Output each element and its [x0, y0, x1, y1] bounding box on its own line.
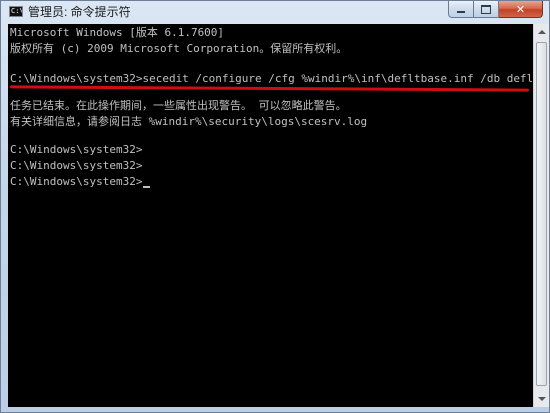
console-line-prompt: C:\Windows\system32>: [10, 159, 143, 172]
minimize-button[interactable]: [448, 1, 474, 18]
console-line-version: Microsoft Windows [版本 6.1.7600]: [10, 26, 225, 39]
maximize-icon: [481, 4, 491, 14]
prompt-text: C:\Windows\system32>: [10, 175, 143, 188]
console-line-prompt: C:\Windows\system32>: [10, 143, 143, 156]
scrollbar-thumb[interactable]: [536, 42, 547, 386]
command-prompt-window: C:\ 管理员: 命令提示符 ✕ Microsoft Windows [版本 6…: [0, 0, 550, 413]
minimize-icon: [457, 10, 465, 13]
window-bottom-frame: [1, 407, 549, 412]
window-title: 管理员: 命令提示符: [28, 5, 131, 19]
scroll-down-button[interactable]: [534, 391, 549, 407]
cmd-icon[interactable]: C:\: [9, 6, 23, 17]
close-button[interactable]: ✕: [499, 1, 543, 18]
console-line-prompt-active: C:\Windows\system32>: [10, 174, 151, 190]
title-bar[interactable]: C:\ 管理员: 命令提示符 ✕: [1, 1, 549, 23]
console-output[interactable]: Microsoft Windows [版本 6.1.7600] 版权所有 (c)…: [8, 24, 533, 407]
console-line-task-finished: 任务已结束。在此操作期间，一些属性出现警告。 可以忽略此警告。: [10, 99, 347, 112]
vertical-scrollbar[interactable]: [533, 24, 549, 407]
arrow-up-icon: [537, 30, 546, 34]
console-line-copyright: 版权所有 (c) 2009 Microsoft Corporation。保留所有…: [10, 42, 348, 55]
arrow-down-icon: [537, 397, 546, 401]
scroll-up-button[interactable]: [534, 24, 549, 40]
text-cursor: [143, 186, 151, 188]
console-line-log-info: 有关详细信息，请参阅日志 %windir%\security\logs\sces…: [10, 115, 368, 128]
maximize-button[interactable]: [474, 1, 499, 18]
console-line-command: C:\Windows\system32>secedit /configure /…: [10, 72, 533, 85]
close-icon: ✕: [515, 2, 526, 16]
caption-buttons: ✕: [448, 1, 543, 19]
